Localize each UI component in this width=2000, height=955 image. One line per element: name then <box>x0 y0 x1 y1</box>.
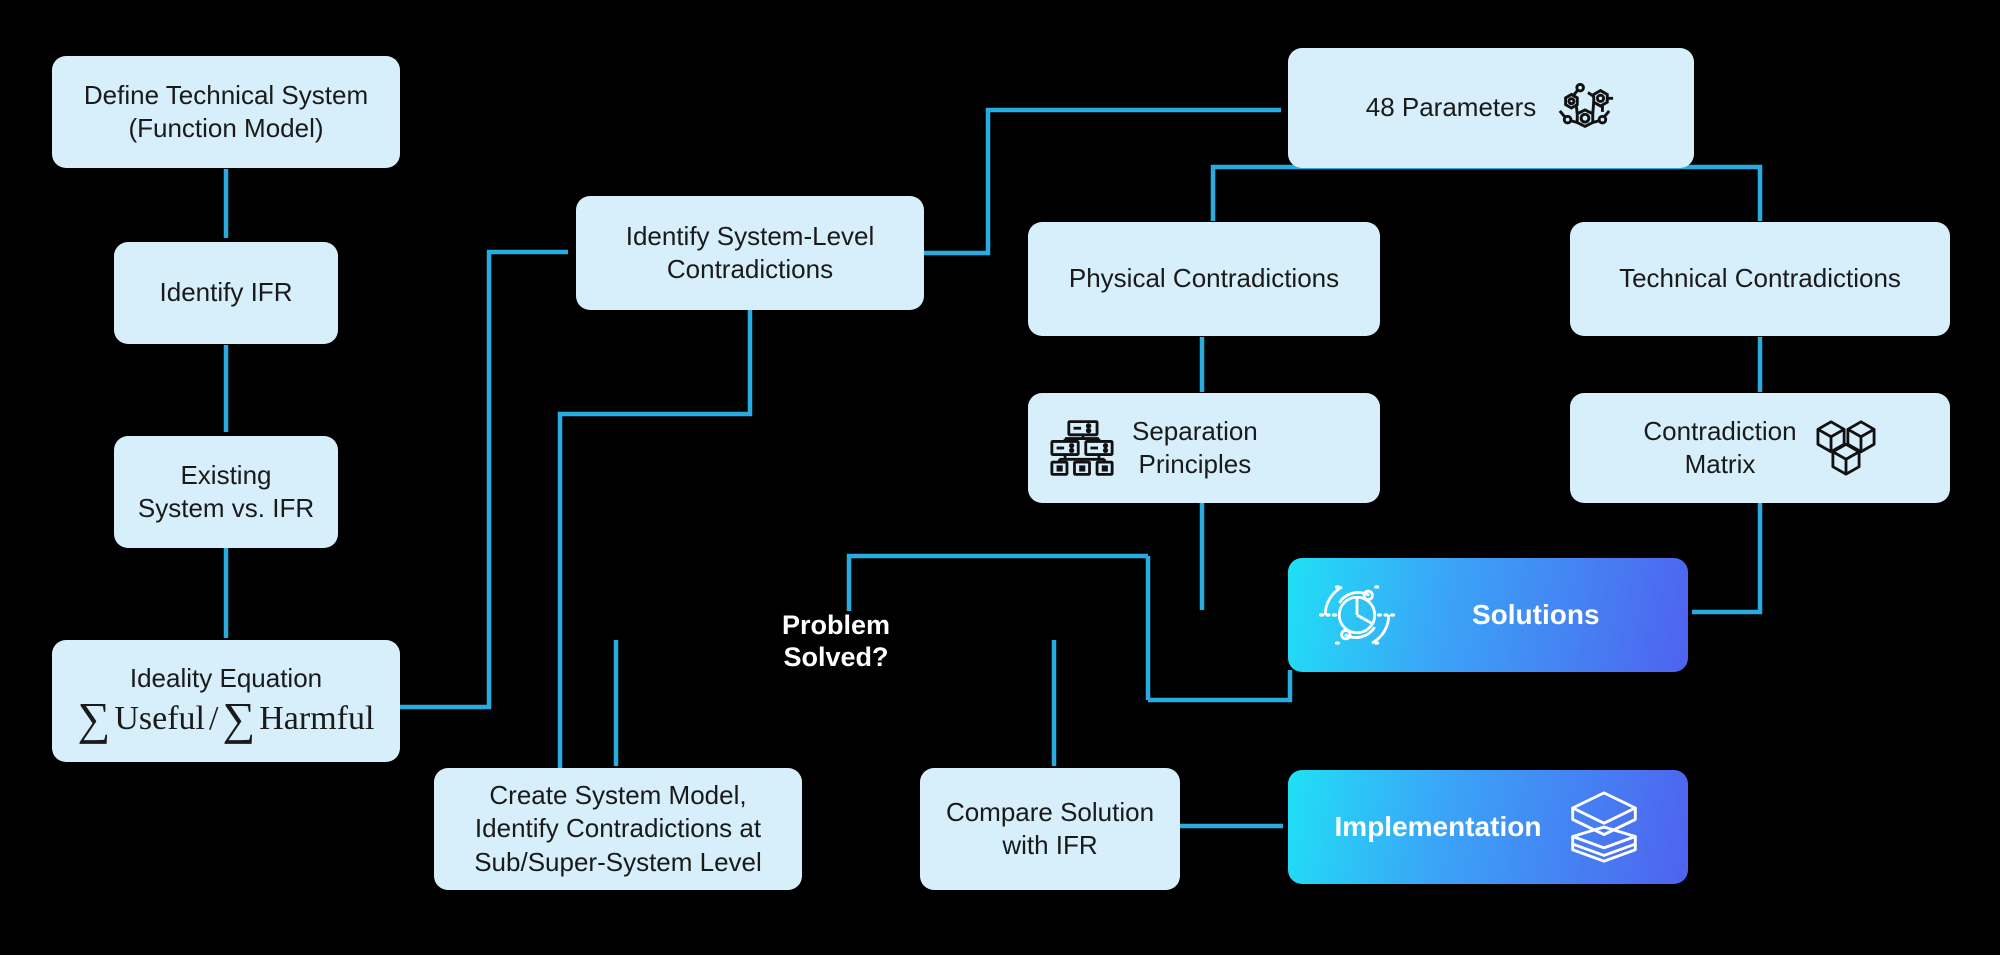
node-label: Solutions <box>1472 599 1600 630</box>
node-label: Technical Contradictions <box>1619 263 1901 294</box>
node-label: Identify IFR <box>159 277 293 308</box>
node-contradiction-matrix[interactable]: Contradiction Matrix <box>1570 393 1950 503</box>
node-label: Compare Solution with IFR <box>945 796 1155 860</box>
ideality-title: Ideality Equation <box>129 662 323 693</box>
molecule-network-icon <box>1558 82 1614 129</box>
node-label: Physical Contradictions <box>1068 263 1340 294</box>
node-label: Implementation <box>1334 811 1542 842</box>
node-48-parameters[interactable]: 48 Parameters <box>1288 48 1694 168</box>
ideality-denominator: Harmful <box>259 699 375 737</box>
node-compare-solution-with-ifr[interactable]: Compare Solution with IFR <box>920 768 1180 890</box>
node-label: 48 Parameters <box>1365 92 1537 123</box>
hierarchy-tree-icon <box>1050 420 1114 476</box>
sigma-symbol-2: ∑ <box>222 692 256 744</box>
node-problem-solved[interactable]: Problem Solved? <box>616 556 1056 726</box>
node-technical-contradictions[interactable]: Technical Contradictions <box>1570 222 1950 336</box>
node-implementation[interactable]: Implementation <box>1288 770 1688 884</box>
node-physical-contradictions[interactable]: Physical Contradictions <box>1028 222 1380 336</box>
node-ideality-equation[interactable]: Ideality Equation ∑ Useful / ∑ Harmful <box>52 640 400 762</box>
sigma-symbol-1: ∑ <box>77 692 111 744</box>
node-label: Contradiction Matrix <box>1643 415 1797 479</box>
node-separation-principles[interactable]: Separation Principles <box>1028 393 1380 503</box>
node-define-technical-system[interactable]: Define Technical System (Function Model) <box>52 56 400 168</box>
node-label: Existing System vs. IFR <box>137 459 315 523</box>
node-label: Separation Principles <box>1132 415 1258 479</box>
analytics-circle-icon <box>1318 585 1396 645</box>
flowchart-canvas: Define Technical System (Function Model)… <box>0 0 2000 955</box>
node-identify-system-level-contradictions[interactable]: Identify System-Level Contradictions <box>576 196 924 310</box>
stacked-layers-icon <box>1571 791 1638 863</box>
ideality-formula: ∑ Useful / ∑ Harmful <box>77 692 375 744</box>
node-label: Problem Solved? <box>781 609 891 672</box>
node-create-system-model[interactable]: Create System Model, Identify Contradict… <box>434 768 802 890</box>
node-label: Identify System-Level Contradictions <box>625 220 875 284</box>
node-solutions[interactable]: Solutions <box>1288 558 1688 672</box>
node-identify-ifr[interactable]: Identify IFR <box>114 242 338 344</box>
node-label: Define Technical System (Function Model) <box>83 79 369 143</box>
ideality-numerator: Useful <box>114 699 205 737</box>
node-label: Create System Model, Identify Contradict… <box>474 780 762 877</box>
cubes-icon <box>1816 420 1876 476</box>
ideality-divider: / <box>209 699 219 737</box>
node-existing-system-vs-ifr[interactable]: Existing System vs. IFR <box>114 436 338 548</box>
